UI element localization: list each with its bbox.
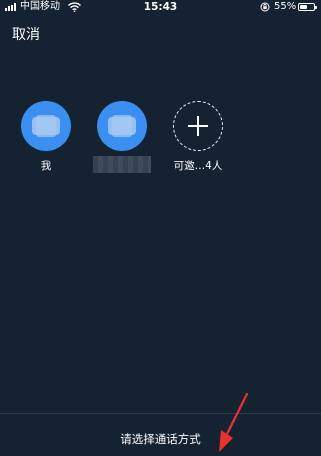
invite-participant-button[interactable]: 可邀…4人 <box>163 101 233 173</box>
call-setup-screen: 中国移动 15:43 55% 取消 我 可邀…4人 请选择通话方式 <box>0 0 321 456</box>
participant-name: 我 <box>40 160 52 172</box>
cancel-button[interactable]: 取消 <box>12 26 40 44</box>
participant-self[interactable]: 我 <box>11 101 81 173</box>
participant-contact[interactable] <box>87 101 157 173</box>
annotation-arrow-icon <box>219 392 249 452</box>
avatar <box>21 101 71 151</box>
plus-icon <box>188 116 208 136</box>
status-time: 15:43 <box>143 1 178 13</box>
invite-label: 可邀…4人 <box>173 160 223 172</box>
invite-circle[interactable] <box>173 101 223 151</box>
battery-percentage: 55% <box>274 1 297 12</box>
status-bar: 中国移动 15:43 55% <box>0 0 321 14</box>
divider <box>0 413 321 414</box>
participant-name-redacted <box>93 156 151 173</box>
avatar <box>97 101 147 151</box>
orientation-lock-icon <box>260 2 270 12</box>
call-type-prompt[interactable]: 请选择通话方式 <box>0 432 321 446</box>
battery-fill <box>300 5 308 9</box>
battery-icon <box>298 3 317 11</box>
